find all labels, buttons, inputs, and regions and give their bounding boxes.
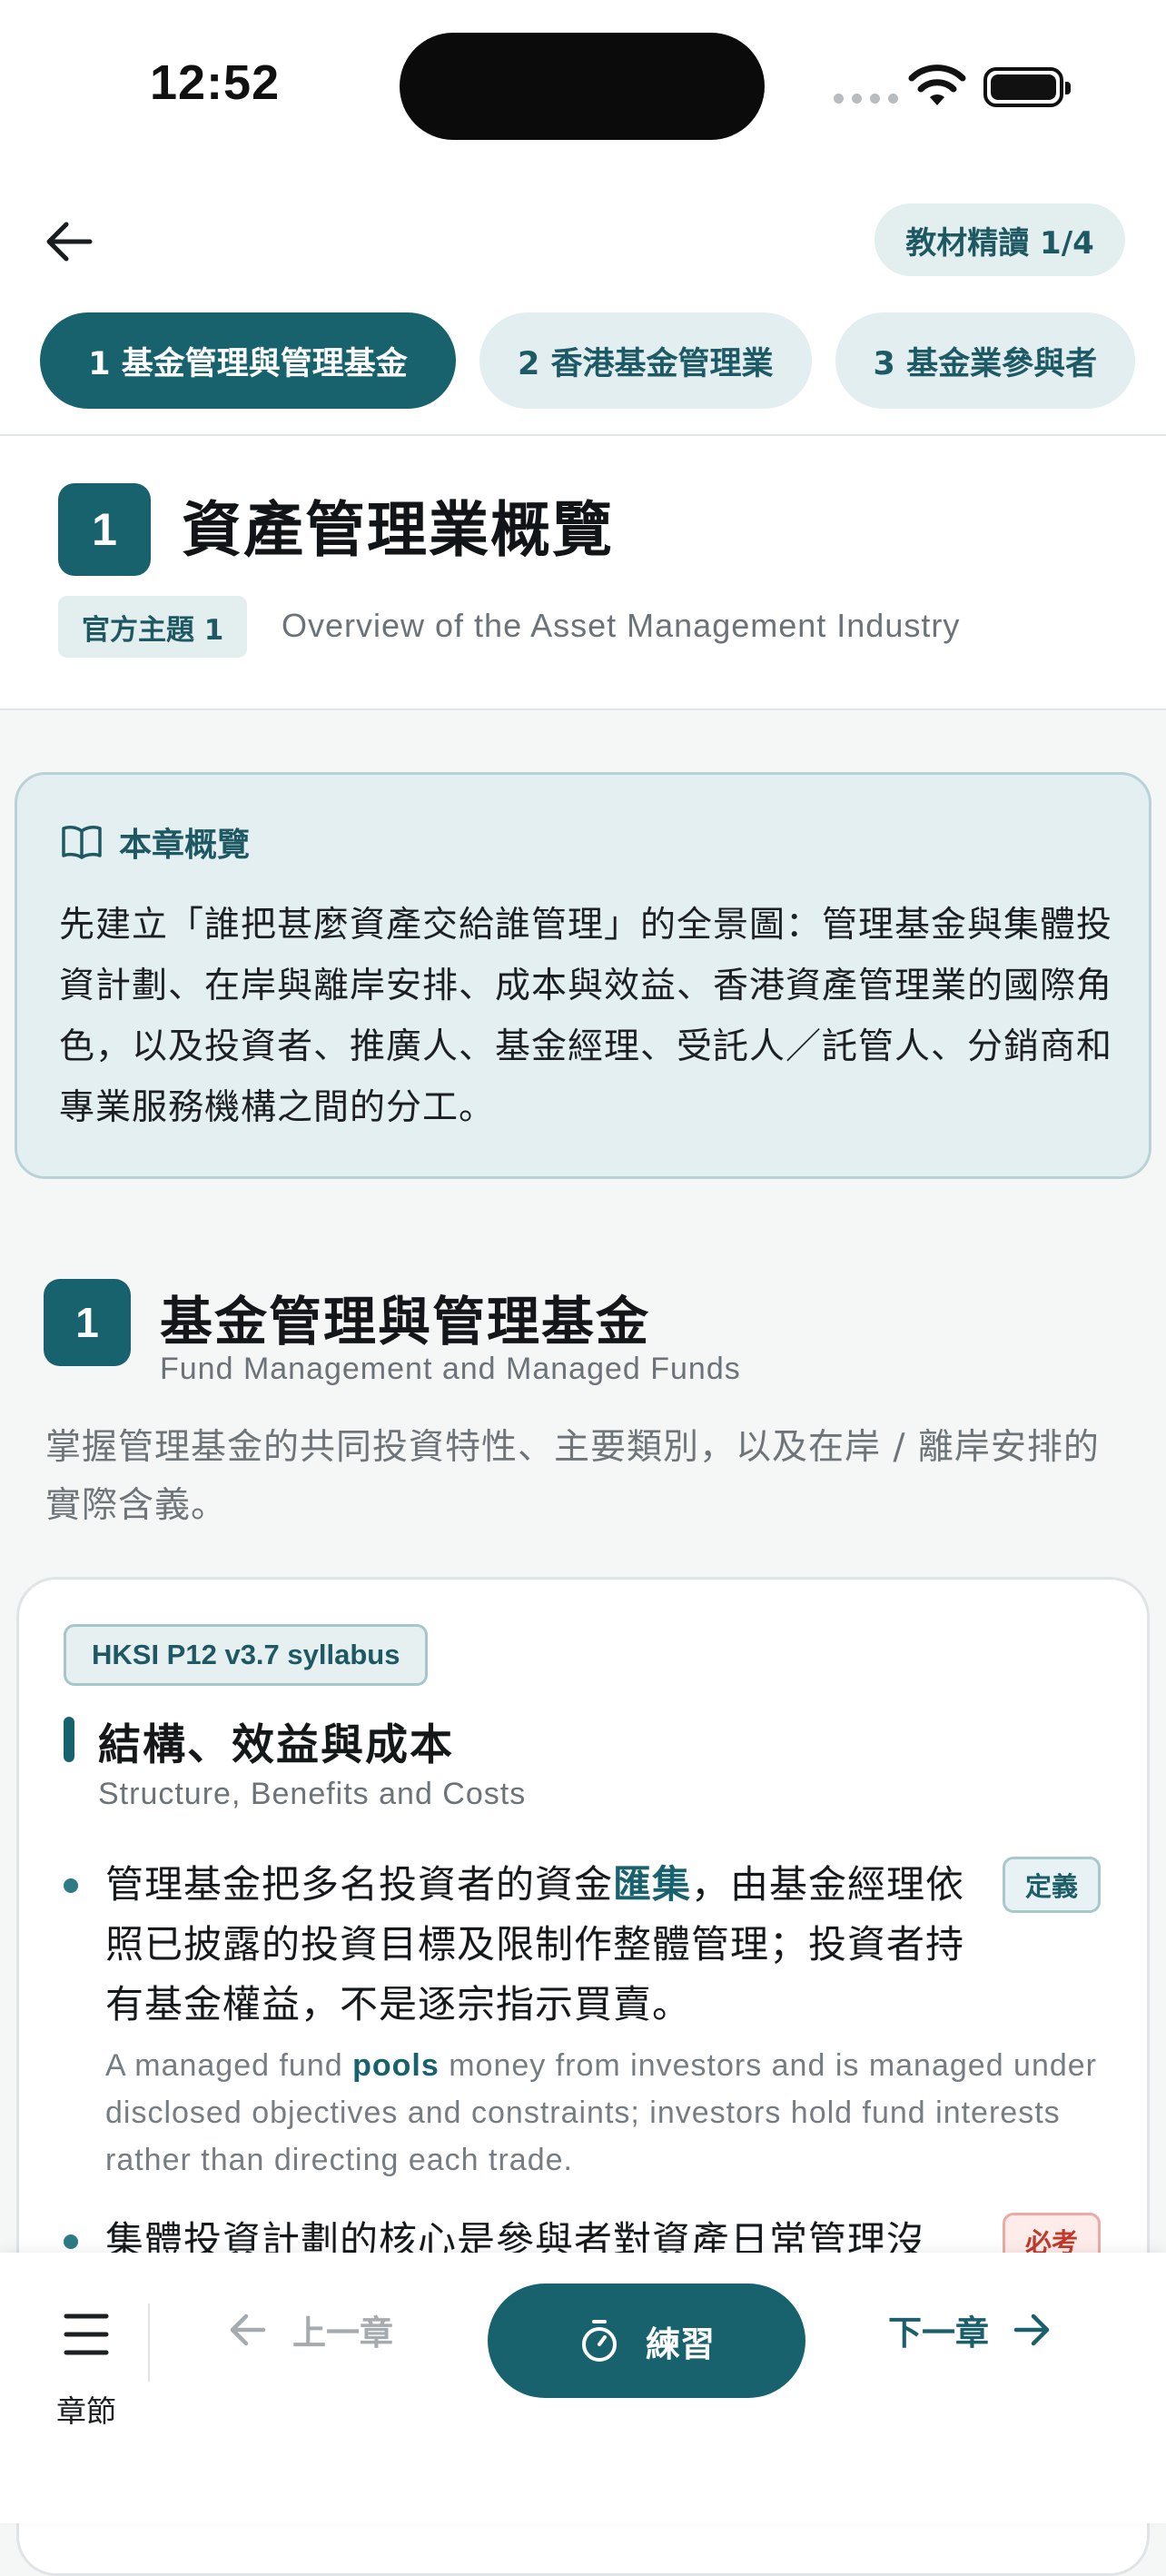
cellular-signal-icon (834, 94, 898, 104)
official-topic-tag: 官方主題 1 (58, 596, 248, 658)
section-description: 掌握管理基金的共同投資特性、主要類別，以及在岸 / 離岸安排的實際含義。 (45, 1427, 1100, 1526)
chapter-title: 資產管理業概覽 (182, 495, 614, 565)
next-chapter-label: 下一章 (888, 2313, 989, 2353)
chapters-menu-label: 章節 (56, 2393, 116, 2429)
tab-chapter-2[interactable]: 2 香港基金管理業 (479, 312, 812, 409)
next-chapter-button[interactable]: 下一章 (888, 2305, 1052, 2354)
chapter-number-badge: 1 (58, 483, 151, 576)
point-1-chinese: 管理基金把多名投資者的資金匯集，由基金經理依照已披露的投資目標及限制作整體管理；… (105, 1862, 965, 2026)
chapters-menu-button[interactable]: 章節 (36, 2289, 136, 2429)
tab-chapter-3[interactable]: 3 基金業參與者 (835, 312, 1136, 409)
stopwatch-icon (581, 2320, 617, 2362)
topic-title-english: Structure, Benefits and Costs (98, 1777, 527, 1811)
bullet-dot (64, 1878, 78, 1893)
status-bar: 12:52 (0, 0, 1166, 173)
overview-heading: 本章概覽 (61, 818, 250, 866)
bullet-dot (64, 2234, 78, 2249)
section-title: 基金管理與管理基金 (160, 1291, 651, 1352)
section-number-badge: 1 (44, 1279, 131, 1366)
arrow-left-icon (46, 222, 93, 262)
status-time: 12:52 (150, 55, 281, 110)
back-button[interactable] (36, 209, 102, 274)
menu-icon (64, 2313, 109, 2355)
wifi-icon (908, 64, 966, 105)
chapter-header: 1 資產管理業概覽 官方主題 1 Overview of the Asset M… (0, 436, 1166, 710)
dynamic-island (400, 33, 765, 140)
bottom-toolbar: 章節 上一章 練習 下一章 (0, 2253, 1166, 2523)
syllabus-tag: HKSI P12 v3.7 syllabus (64, 1624, 429, 1686)
point-1-keyword: 匯集 (613, 1862, 692, 1907)
reading-progress-badge: 教材精讀 1/4 (874, 203, 1125, 276)
arrow-right-icon (1013, 2313, 1050, 2346)
practice-button[interactable]: 練習 (488, 2284, 805, 2398)
battery-icon (983, 67, 1071, 107)
chapter-title-english: Overview of the Asset Management Industr… (282, 607, 961, 644)
tab-chapter-1[interactable]: 1 基金管理與管理基金 (40, 312, 456, 409)
topic-title: 結構、效益與成本 (98, 1720, 454, 1770)
point-1-english: A managed fund pools money from investor… (105, 2048, 1098, 2177)
point-1-english-keyword: pools (352, 2048, 440, 2083)
overview-text: 先建立「誰把甚麼資產交給誰管理」的全景圖：管理基金與集體投資計劃、在岸與離岸安排… (59, 905, 1113, 1128)
chapter-tabs: 1 基金管理與管理基金 2 香港基金管理業 3 基金業參與者 (40, 312, 1136, 409)
definition-label: 定義 (1003, 1857, 1101, 1913)
practice-label: 練習 (645, 2323, 715, 2364)
topic-accent-bar (64, 1717, 74, 1762)
overview-heading-label: 本章概覽 (119, 827, 251, 864)
section-title-english: Fund Management and Managed Funds (160, 1352, 741, 1386)
chapter-overview-card: 本章概覽 先建立「誰把甚麼資產交給誰管理」的全景圖：管理基金與集體投資計劃、在岸… (15, 772, 1151, 1179)
open-book-icon (62, 826, 102, 859)
previous-chapter-button[interactable]: 上一章 (227, 2305, 393, 2354)
top-navigation: 教材精讀 1/4 1 基金管理與管理基金 2 香港基金管理業 3 基金業參與者 (0, 173, 1166, 436)
arrow-left-icon (230, 2313, 266, 2346)
toolbar-divider (148, 2304, 150, 2382)
previous-chapter-label: 上一章 (292, 2313, 393, 2353)
